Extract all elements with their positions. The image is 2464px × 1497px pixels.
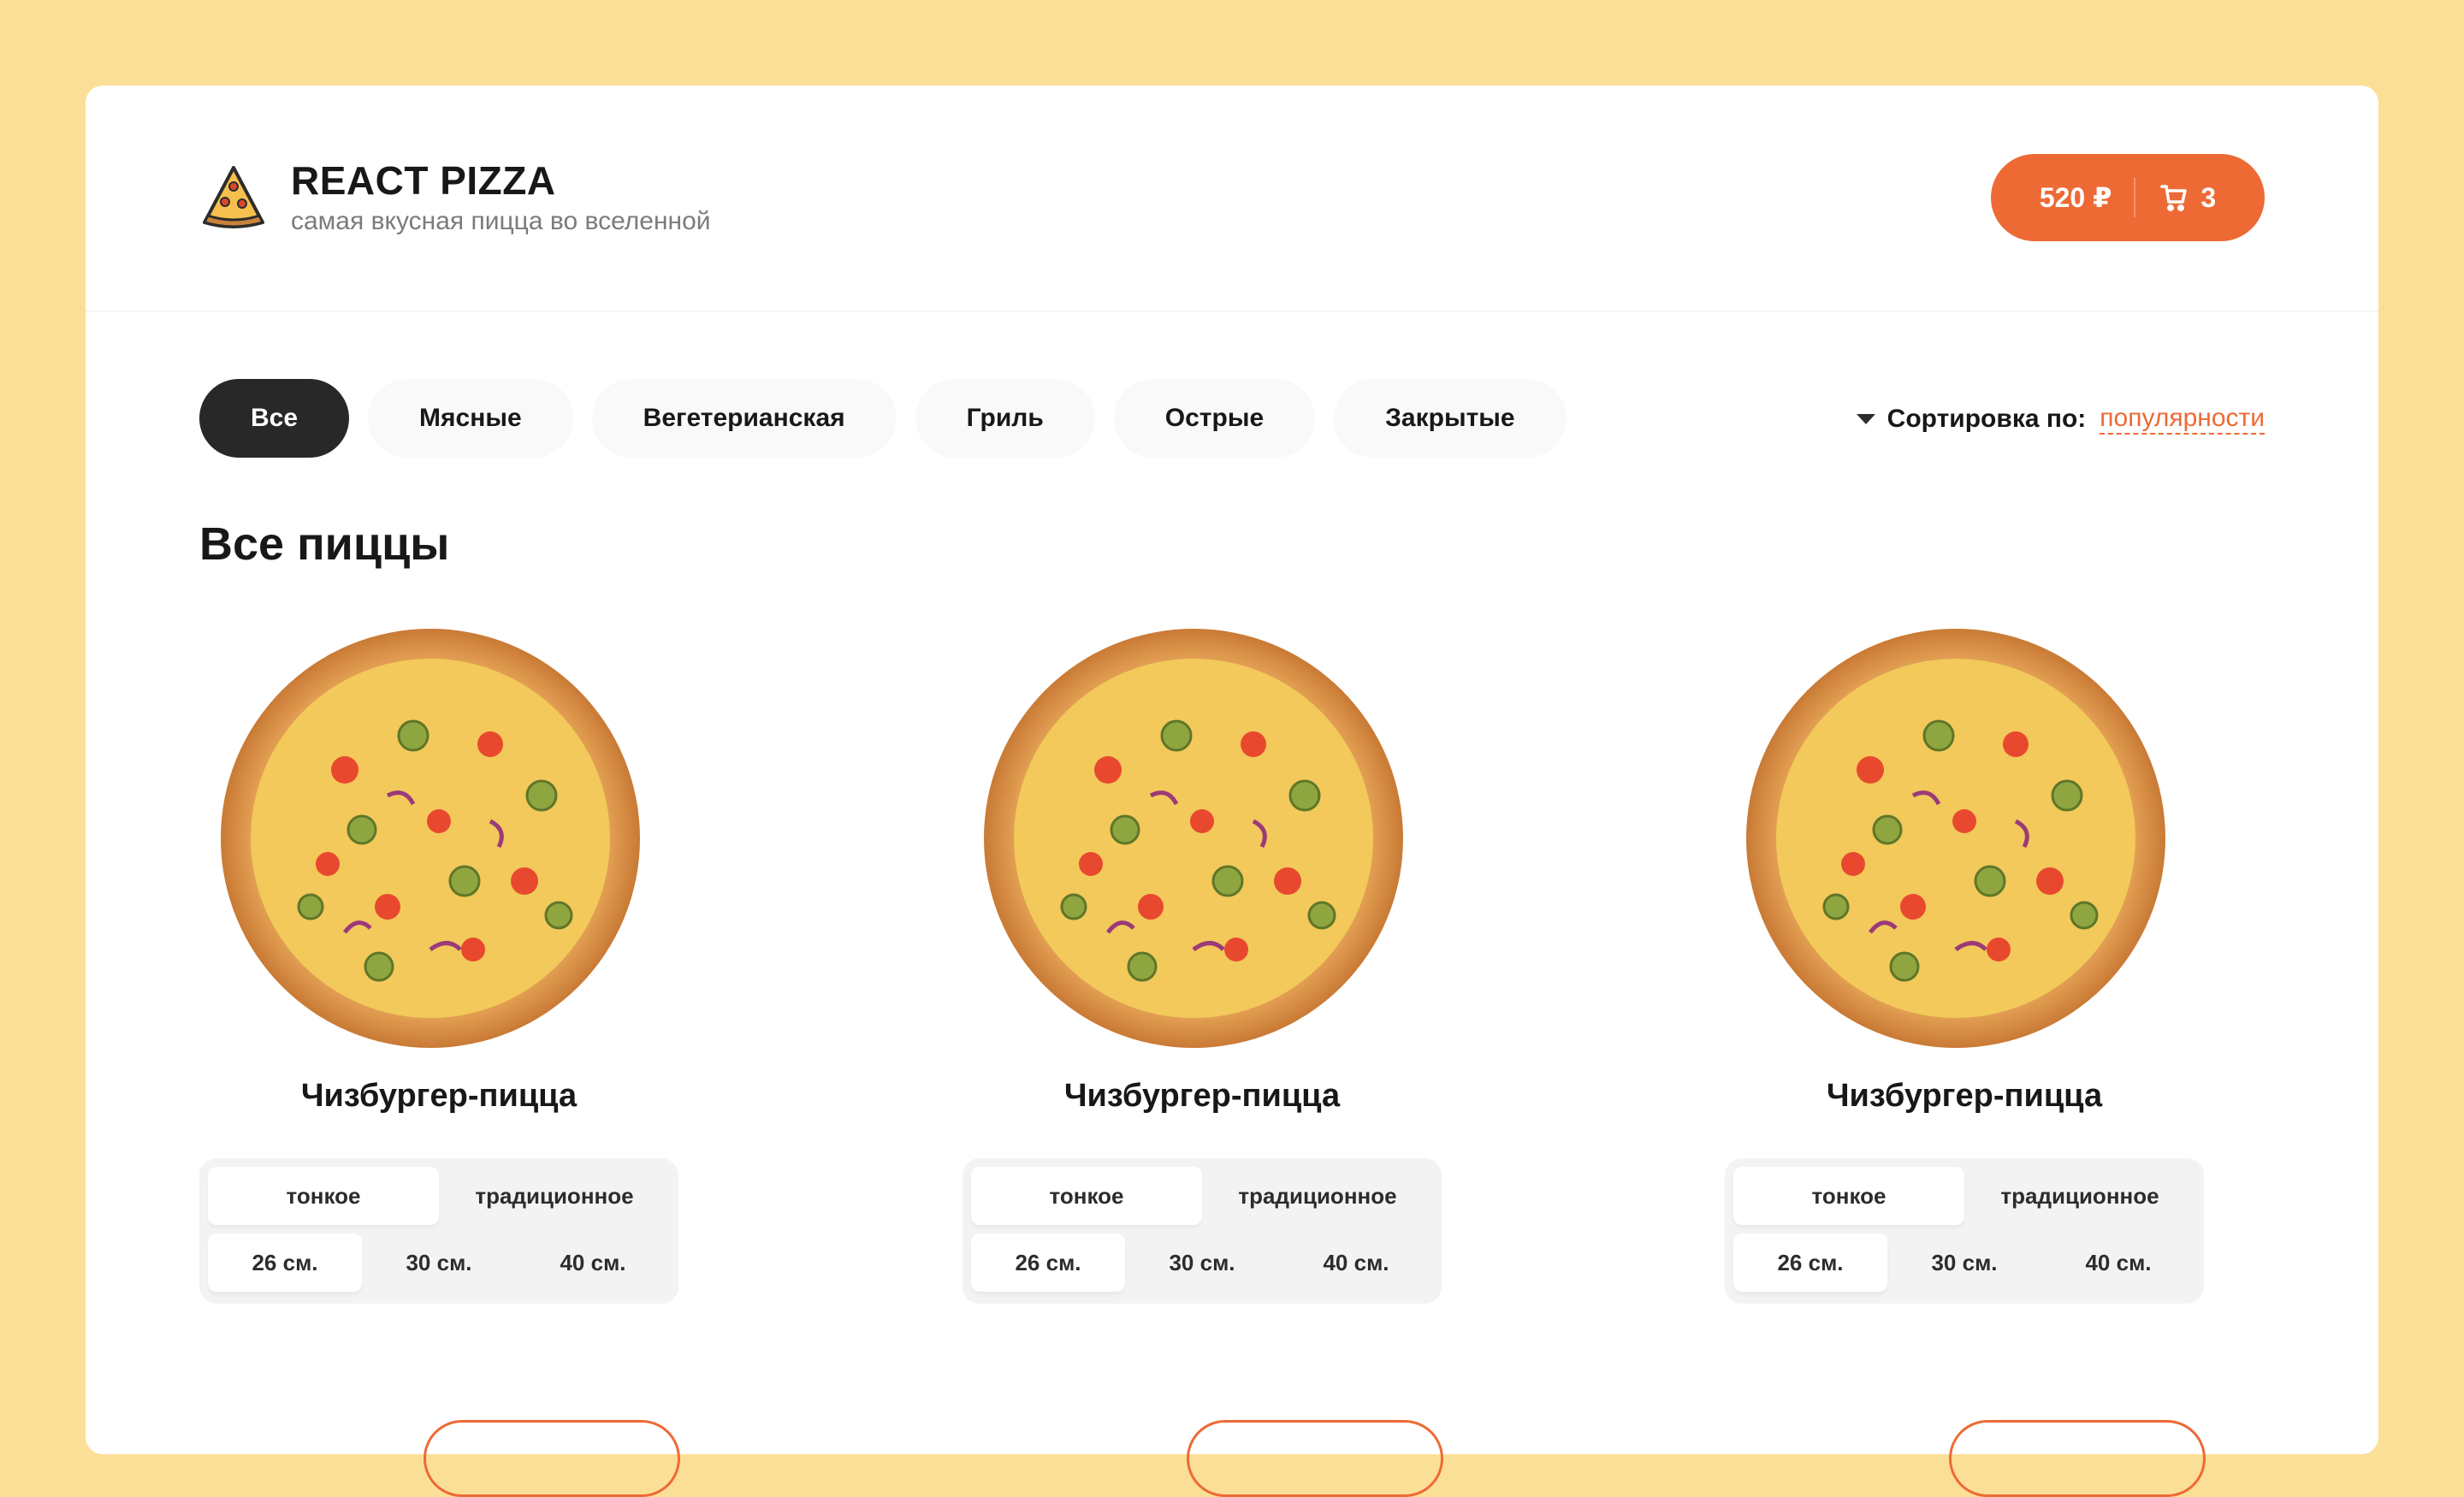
size-option-30[interactable]: 30 см. [1887, 1234, 2041, 1292]
size-option-40[interactable]: 40 см. [2041, 1234, 2195, 1292]
pizza-options: тонкое традиционное 26 см. 30 см. 40 см. [1725, 1158, 2204, 1304]
category-vegetarian[interactable]: Вегетерианская [591, 379, 897, 458]
header: REACT PIZZA самая вкусная пицца во вселе… [86, 86, 2378, 312]
dough-option-thin[interactable]: тонкое [1733, 1167, 1964, 1225]
pizza-image [221, 629, 640, 1048]
cart-price: 520 ₽ [2039, 182, 2112, 213]
content-wrapper: REACT PIZZA самая вкусная пицца во вселе… [86, 86, 2378, 1497]
cart-icon [2159, 183, 2189, 212]
section-title: Все пиццы [199, 518, 450, 570]
size-option-30[interactable]: 30 см. [1125, 1234, 1279, 1292]
add-to-cart-button[interactable] [1187, 1420, 1443, 1497]
pizza-title: Чизбургер-пицца [1826, 1078, 2103, 1114]
dough-option-traditional[interactable]: традиционное [439, 1167, 670, 1225]
size-option-30[interactable]: 30 см. [362, 1234, 516, 1292]
dough-option-traditional[interactable]: традиционное [1964, 1167, 2195, 1225]
logo-title[interactable]: REACT PIZZA [291, 157, 556, 204]
category-meat[interactable]: Мясные [368, 379, 573, 458]
cart-count: 3 [2200, 181, 2217, 213]
pizza-slice-icon[interactable] [199, 163, 268, 231]
pizza-options: тонкое традиционное 26 см. 30 см. 40 см. [962, 1158, 1442, 1304]
pizza-options: тонкое традиционное 26 см. 30 см. 40 см. [199, 1158, 678, 1304]
size-option-26[interactable]: 26 см. [1733, 1234, 1887, 1292]
add-to-cart-button[interactable] [1949, 1420, 2206, 1497]
category-all[interactable]: Все [199, 379, 350, 458]
category-closed[interactable]: Закрытые [1334, 379, 1567, 458]
size-option-40[interactable]: 40 см. [1279, 1234, 1433, 1292]
category-grill[interactable]: Гриль [915, 379, 1095, 458]
size-option-26[interactable]: 26 см. [208, 1234, 362, 1292]
logo-subtitle: самая вкусная пицца во вселенной [291, 207, 711, 235]
dough-option-thin[interactable]: тонкое [971, 1167, 1202, 1225]
caret-down-icon[interactable] [1856, 414, 1875, 424]
dough-option-thin[interactable]: тонкое [208, 1167, 439, 1225]
pizza-image [1746, 629, 2165, 1048]
dough-option-traditional[interactable]: традиционное [1202, 1167, 1433, 1225]
pizza-title: Чизбургер-пицца [1063, 1078, 1341, 1114]
cart-button[interactable]: 520 ₽ 3 [1991, 154, 2265, 241]
pizza-image [984, 629, 1403, 1048]
category-list: Все Мясные Вегетерианская Гриль Острые З… [199, 379, 1567, 458]
category-spicy[interactable]: Острые [1113, 379, 1316, 458]
pizza-title: Чизбургер-пицца [300, 1078, 578, 1114]
size-option-40[interactable]: 40 см. [516, 1234, 670, 1292]
sort-control: Сортировка по: популярности [1856, 404, 2265, 435]
sort-label: Сортировка по: [1886, 405, 2087, 433]
add-to-cart-button[interactable] [424, 1420, 680, 1497]
size-option-26[interactable]: 26 см. [971, 1234, 1125, 1292]
cart-divider [2134, 178, 2136, 217]
sort-value-dropdown[interactable]: популярности [2100, 404, 2265, 435]
